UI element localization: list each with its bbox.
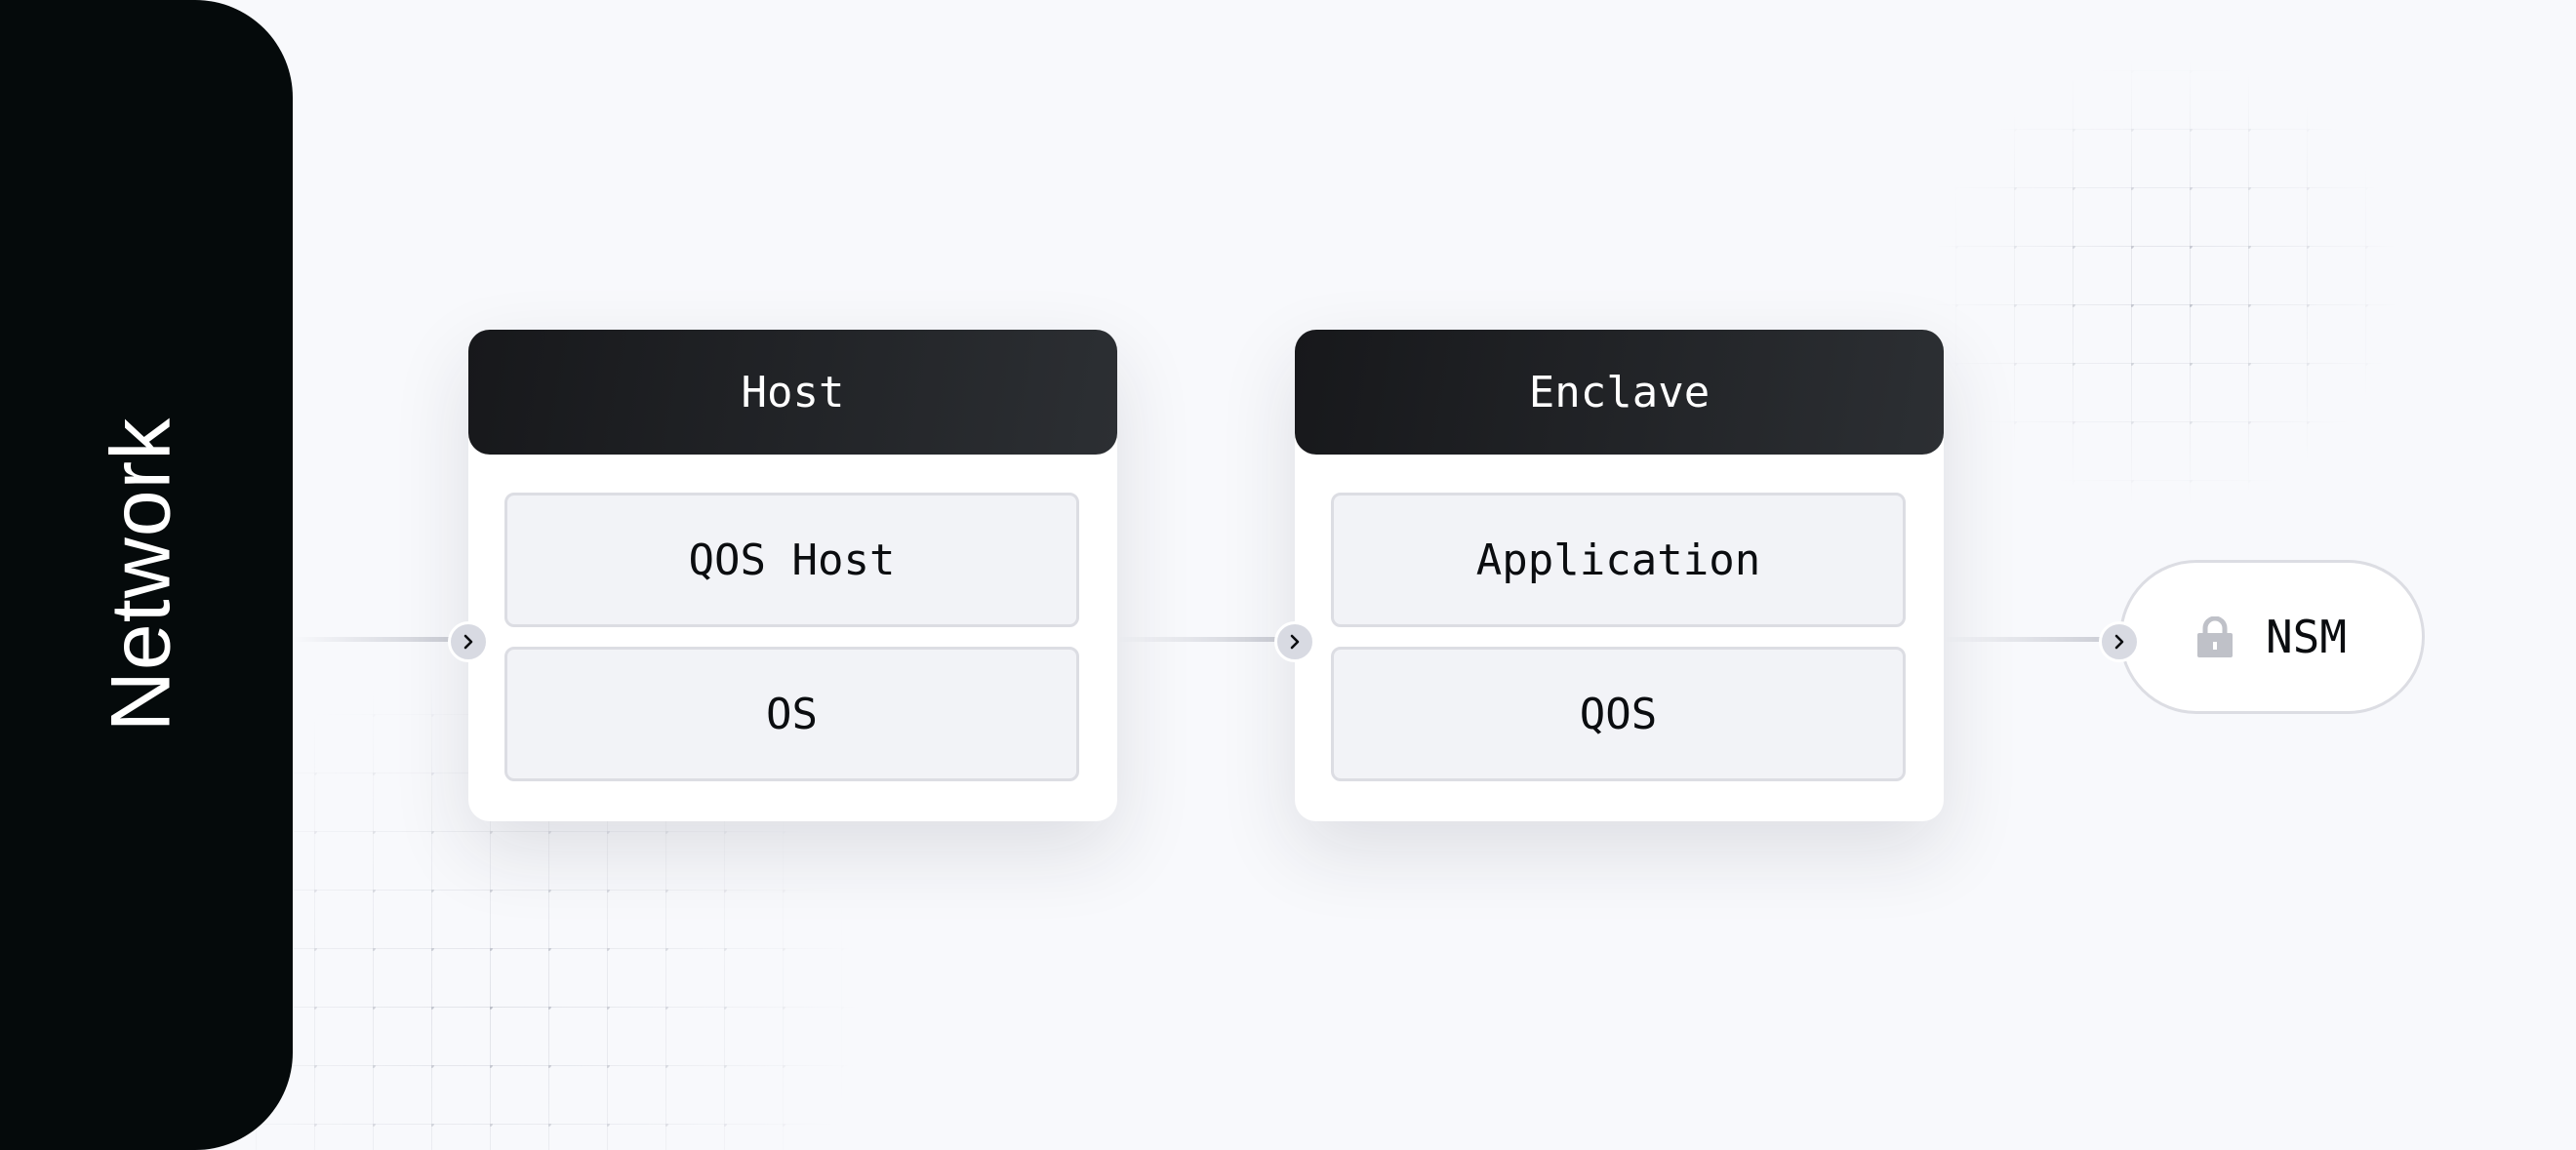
network-panel: Network bbox=[0, 0, 293, 1150]
enclave-node: Enclave Application QOS bbox=[1295, 330, 1944, 821]
chevron-right-icon bbox=[463, 634, 473, 650]
connector-line bbox=[1117, 637, 1295, 642]
host-node: Host QOS Host OS bbox=[468, 330, 1117, 821]
node-title: Enclave bbox=[1295, 330, 1944, 455]
connector-line bbox=[293, 637, 468, 642]
node-item: QOS bbox=[1331, 647, 1906, 781]
connector-line bbox=[1944, 637, 2119, 642]
connector-host bbox=[448, 621, 489, 662]
connector-enclave bbox=[1274, 621, 1315, 662]
network-label: Network bbox=[94, 416, 188, 733]
lock-icon bbox=[2196, 616, 2233, 657]
node-title: Host bbox=[468, 330, 1117, 455]
node-item: OS bbox=[504, 647, 1079, 781]
chevron-right-icon bbox=[1290, 634, 1300, 650]
node-item: Application bbox=[1331, 493, 1906, 627]
nsm-node: NSM bbox=[2119, 560, 2425, 714]
node-item: QOS Host bbox=[504, 493, 1079, 627]
nsm-label: NSM bbox=[2265, 611, 2348, 663]
chevron-right-icon bbox=[2114, 634, 2124, 650]
connector-nsm bbox=[2099, 621, 2140, 662]
decorative-grid-top-right bbox=[1932, 59, 2400, 507]
